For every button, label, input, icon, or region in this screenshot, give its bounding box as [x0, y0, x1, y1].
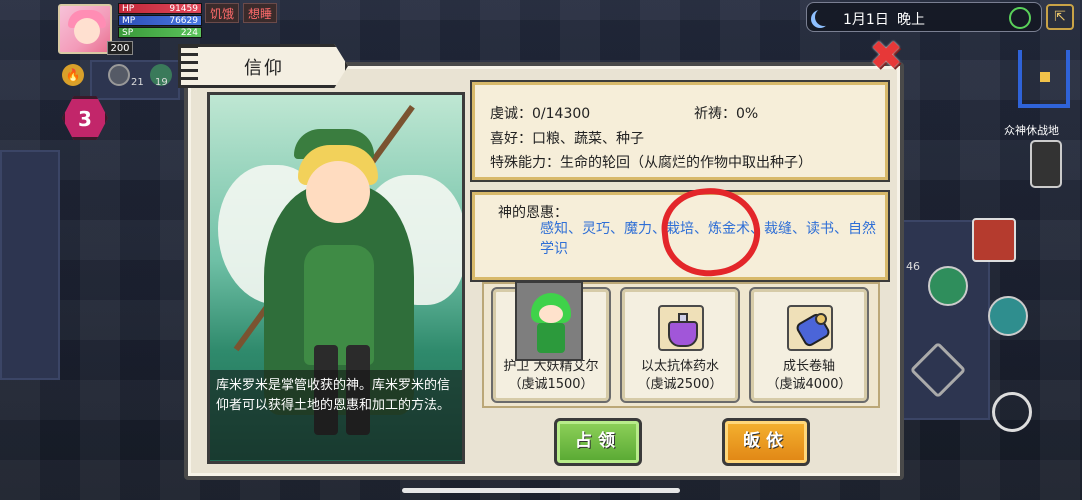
- fairy-face: [539, 305, 563, 323]
- reward-requirement: （虔诚4000）: [766, 377, 852, 392]
- planet-icon[interactable]: [988, 296, 1028, 336]
- background-structure: [0, 150, 60, 380]
- title-notch-decoration: [178, 44, 198, 88]
- exit-icon[interactable]: ⇱: [1046, 4, 1074, 30]
- close-button[interactable]: ✖: [866, 36, 906, 76]
- convert-button[interactable]: 皈依: [722, 418, 810, 466]
- shield-icon[interactable]: [108, 64, 130, 86]
- leaf-count: 19: [155, 77, 168, 88]
- mp-label: MP: [122, 16, 136, 26]
- time-of-day-text: 晚上: [897, 12, 925, 28]
- potion-icon: [658, 305, 704, 351]
- location-label: 众神休战地: [1004, 124, 1059, 137]
- player-avatar[interactable]: [58, 4, 112, 54]
- minimap-marker: [1040, 72, 1050, 82]
- dice-icon[interactable]: [972, 218, 1016, 262]
- sp-value: 224: [180, 28, 198, 38]
- flame-icon[interactable]: 🔥: [62, 64, 84, 86]
- date-display: 1月1日 晚上: [806, 2, 1042, 32]
- reward-card-scroll[interactable]: 成长卷轴 （虔诚4000）: [749, 287, 869, 403]
- prayer-value: 祈祷：0%: [694, 106, 759, 122]
- level-badge: 200: [107, 41, 133, 55]
- potion-body: [668, 321, 698, 347]
- occupy-button[interactable]: 占领: [554, 418, 642, 466]
- bow-icon[interactable]: [992, 392, 1032, 432]
- scroll-icon: [787, 305, 833, 351]
- shield-count: 21: [131, 77, 144, 88]
- mp-value: 76629: [169, 16, 198, 26]
- side-count: 46: [906, 260, 920, 273]
- avatar-face: [74, 18, 100, 44]
- ability-value: 特殊能力：生命的轮回（从腐烂的作物中取出种子）: [490, 155, 812, 171]
- globe-icon[interactable]: [1009, 7, 1031, 29]
- sp-bar: SP 224: [118, 27, 202, 38]
- mp-bar: MP 76629: [118, 15, 202, 26]
- piety-value: 虔诚：0/14300: [490, 106, 591, 122]
- reward-card-potion[interactable]: 以太抗体药水 （虔诚2500）: [620, 287, 740, 403]
- reward-requirement: （虔诚1500）: [508, 377, 594, 392]
- figure-head: [306, 161, 370, 223]
- moon-icon: [815, 8, 833, 26]
- hp-bar: HP 91459: [118, 3, 202, 14]
- fairy-body: [537, 323, 565, 353]
- reward-name: 以太抗体药水: [640, 359, 719, 374]
- status-hungry: 饥饿: [205, 3, 240, 23]
- phone-icon[interactable]: [1030, 140, 1062, 188]
- reward-requirement: （虔诚2500）: [637, 377, 723, 392]
- god-description: 库米罗米是掌管收获的神。库米罗米的信仰者可以获得土地的恩惠和加工的方法。: [210, 370, 462, 460]
- sp-label: SP: [122, 28, 134, 38]
- hp-value: 91459: [169, 4, 198, 14]
- gear-icon[interactable]: [928, 266, 968, 306]
- scroll-end: [815, 313, 827, 325]
- reward-name: 成长卷轴: [782, 359, 835, 374]
- hp-label: HP: [122, 4, 135, 14]
- hobby-value: 喜好：口粮、蔬菜、种子: [490, 131, 644, 147]
- home-indicator[interactable]: [402, 488, 680, 493]
- fairy-portrait-icon: [515, 281, 583, 361]
- date-text: 1月1日: [843, 12, 889, 28]
- dialog-title: 信仰: [244, 58, 284, 79]
- status-sleepy: 想睡: [243, 3, 278, 23]
